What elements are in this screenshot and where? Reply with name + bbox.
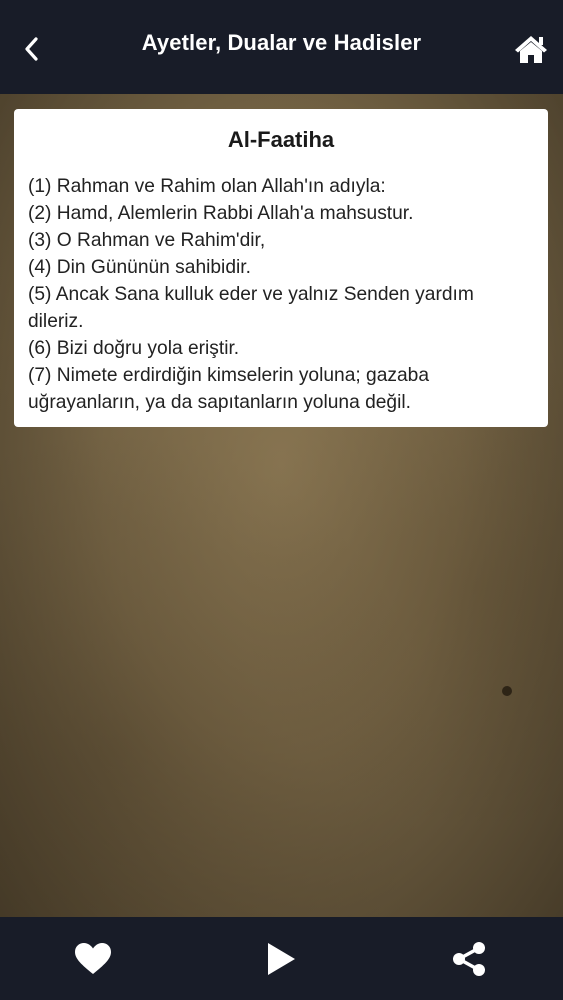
back-button[interactable]	[14, 27, 50, 71]
home-icon	[515, 36, 547, 63]
home-button[interactable]	[509, 27, 553, 71]
verse-5: (5) Ancak Sana kulluk eder ve yalnız Sen…	[28, 284, 474, 332]
paper-stain	[502, 686, 512, 696]
share-icon	[453, 942, 485, 976]
verse-7: (7) Nimete erdirdiğin kimselerin yoluna;…	[28, 365, 429, 413]
play-button[interactable]	[259, 937, 303, 981]
bottom-toolbar	[0, 917, 563, 1000]
verse-1: (1) Rahman ve Rahim olan Allah'ın adıyla…	[28, 176, 386, 197]
verse-2: (2) Hamd, Alemlerin Rabbi Allah'a mahsus…	[28, 203, 414, 224]
favorite-button[interactable]	[71, 937, 115, 981]
navigation-bar: Ayetler, Dualar ve Hadisler	[0, 0, 563, 94]
verse-6: (6) Bizi doğru yola eriştir.	[28, 338, 240, 359]
surah-title: Al-Faatiha	[227, 127, 335, 152]
play-icon	[268, 943, 295, 975]
verse-card: Al-Faatiha (1) Rahman ve Rahim olan Alla…	[14, 109, 548, 427]
verse-4: (4) Din Gününün sahibidir.	[28, 257, 251, 278]
verse-3: (3) O Rahman ve Rahim'dir,	[28, 230, 266, 251]
chevron-left-icon	[25, 37, 38, 61]
heart-icon	[75, 943, 111, 974]
page-title: Ayetler, Dualar ve Hadisler	[141, 30, 422, 55]
parchment-background: Al-Faatiha (1) Rahman ve Rahim olan Alla…	[0, 94, 563, 917]
share-button[interactable]	[447, 937, 491, 981]
